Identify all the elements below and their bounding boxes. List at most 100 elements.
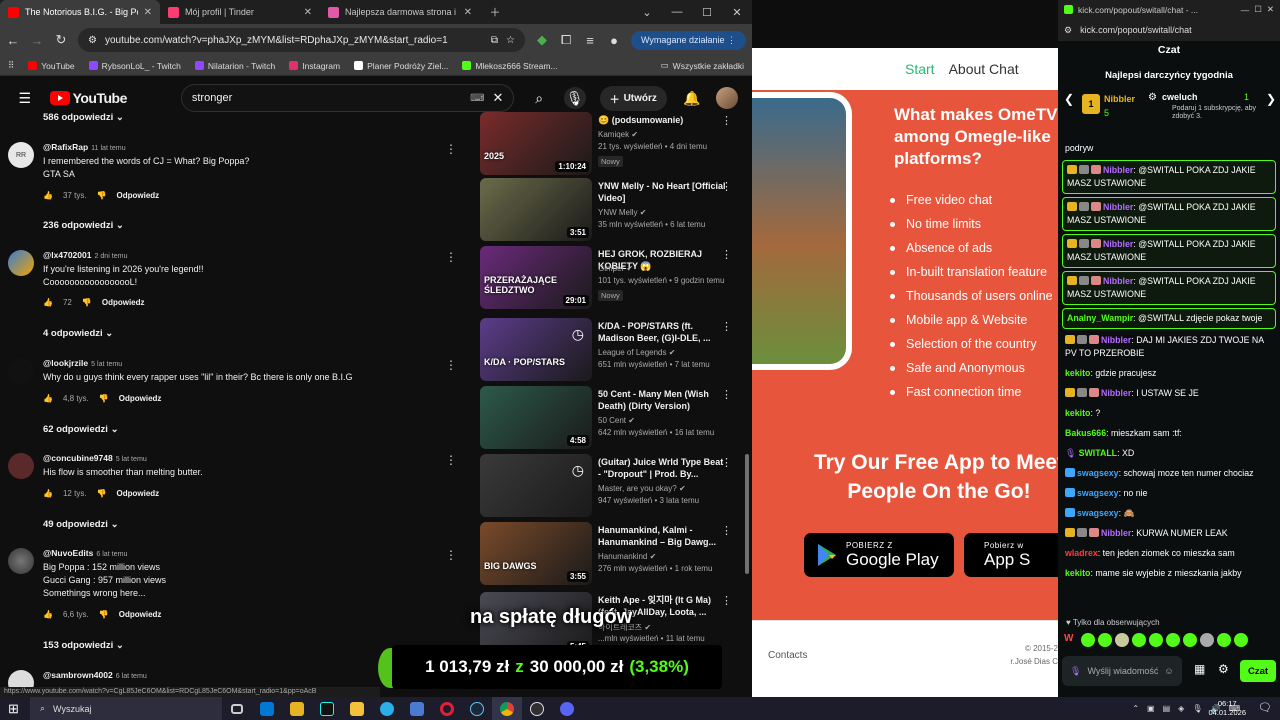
apps-grid-icon[interactable]: ⠿ <box>8 60 14 71</box>
emote-icon[interactable] <box>1200 633 1214 647</box>
video-thumbnail[interactable]: ◷ <box>480 454 592 517</box>
taskbar-search[interactable]: ⌕ Wyszukaj <box>30 697 222 720</box>
avatar[interactable] <box>8 548 34 574</box>
chat-username[interactable]: Bakus666 <box>1065 428 1106 438</box>
emote-icon[interactable] <box>1234 633 1248 647</box>
avatar[interactable]: RR <box>8 142 34 168</box>
site-info-icon[interactable]: ⚙ <box>88 35 97 46</box>
chat-username[interactable]: Nibbler <box>1103 202 1133 212</box>
url-field[interactable]: ⚙ youtube.com/watch?v=phaJXp_zMYM&list=R… <box>78 28 526 52</box>
clear-search-icon[interactable]: ✕ <box>493 90 504 106</box>
view-replies-button[interactable]: 586 odpowiedzi ⌄ <box>43 112 124 123</box>
video-title[interactable]: YNW Melly - No Heart [Official Video] <box>598 180 728 204</box>
install-icon[interactable]: ⧉ <box>491 35 498 46</box>
site-info-icon[interactable]: ⚙ <box>1064 25 1072 36</box>
video-title[interactable]: Hanumankind, Kalmi - Hanumankind – Big D… <box>598 524 728 548</box>
video-title[interactable]: K/DA - POP/STARS (ft. Madison Beer, (G)I… <box>598 320 728 344</box>
reply-button[interactable]: Odpowiedz <box>117 191 160 200</box>
more-options-icon[interactable]: ⋮ <box>721 114 732 127</box>
video-thumbnail[interactable]: K/DA · POP/STARS ◷ <box>480 318 592 381</box>
bookmark-planner[interactable]: Planer Podróży Ziel... <box>354 61 448 71</box>
obs-icon[interactable] <box>522 697 552 720</box>
view-replies-button[interactable]: 62 odpowiedzi ⌄ <box>43 424 119 435</box>
extensions-puzzle-icon[interactable]: ⧠ <box>559 32 573 48</box>
scrollbar-thumb[interactable] <box>745 454 749 574</box>
chat-username[interactable]: Nibbler <box>1101 335 1131 345</box>
avatar[interactable] <box>8 250 34 276</box>
app-store-button[interactable]: Pobierz w App S <box>964 533 1058 577</box>
search-icon[interactable]: ⌕ <box>528 87 550 109</box>
microphone-icon[interactable]: 🎙 <box>1070 666 1081 677</box>
dislike-icon[interactable]: 👎 <box>82 298 92 307</box>
like-icon[interactable]: 👍 <box>43 298 53 307</box>
emote-icon[interactable] <box>1115 633 1129 647</box>
chrome-icon[interactable] <box>492 697 522 720</box>
calculator-icon[interactable] <box>282 697 312 720</box>
view-replies-button[interactable]: 4 odpowiedzi ⌄ <box>43 328 113 339</box>
notifications-bell-icon[interactable]: 🔔 <box>681 87 703 109</box>
more-options-icon[interactable]: ⋮ <box>445 358 457 372</box>
bookmark-twitch-1[interactable]: RybsonLoL_ - Twitch <box>88 61 181 71</box>
notifications-icon[interactable]: 🗨 <box>1258 701 1272 714</box>
emote-icon[interactable] <box>1149 633 1163 647</box>
maximize-button[interactable]: ☐ <box>1254 4 1262 15</box>
close-window-button[interactable]: ✕ <box>722 0 752 24</box>
back-icon[interactable]: ← <box>6 33 20 48</box>
extension-icon[interactable]: ◆ <box>535 32 549 48</box>
comment-author[interactable]: @lookjrzile <box>43 358 88 368</box>
youtube-logo[interactable]: YouTube <box>49 90 127 106</box>
comment-author[interactable]: @sambrown4002 <box>43 670 113 680</box>
dislike-icon[interactable]: 👎 <box>97 489 107 498</box>
kick-address-bar[interactable]: ⚙ kick.com/popout/switall/chat <box>1058 19 1280 41</box>
search-input[interactable]: stronger ⌨ ✕ <box>180 84 515 112</box>
prev-arrow-icon[interactable]: ❮ <box>1064 92 1074 106</box>
google-play-button[interactable]: POBIERZ Z Google Play <box>804 533 954 577</box>
nav-about-chat[interactable]: About Chat <box>949 61 1019 77</box>
reading-list-icon[interactable]: ≡ <box>583 33 597 48</box>
close-tab-icon[interactable]: ✕ <box>304 7 312 18</box>
chat-rules-icon[interactable]: ▦ <box>1194 662 1205 676</box>
emote-icon[interactable] <box>1132 633 1146 647</box>
create-button[interactable]: ＋ Utwórz <box>599 85 667 111</box>
microphone-icon[interactable]: 🎙 <box>564 87 586 109</box>
tab-youtube[interactable]: The Notorious B.I.G. - Big Poppa ✕ <box>0 0 160 24</box>
tray-chevron-icon[interactable]: ⌃ <box>1132 704 1139 713</box>
network-icon[interactable]: ◈ <box>1178 704 1184 713</box>
minimize-button[interactable]: — <box>1241 5 1250 15</box>
video-channel[interactable]: League of Legends ✔ <box>598 348 675 357</box>
more-options-icon[interactable]: ⋮ <box>721 594 732 607</box>
like-icon[interactable]: 👍 <box>43 191 53 200</box>
comment-author[interactable]: @concubine9748 <box>43 453 113 463</box>
view-replies-button[interactable]: 236 odpowiedzi ⌄ <box>43 220 124 231</box>
scrollbar[interactable] <box>744 118 750 578</box>
file-explorer-icon[interactable] <box>342 697 372 720</box>
chat-username[interactable]: kekito <box>1065 408 1090 418</box>
video-item[interactable]: 4:58 50 Cent - Many Men (Wish Death) (Dir… <box>480 386 748 450</box>
emote-icon[interactable] <box>1217 633 1231 647</box>
video-item[interactable]: BIG DAWGS 3:55 Hanumankind, Kalmi - Hanuma… <box>480 522 748 586</box>
comment-author[interactable]: @RafixRap <box>43 142 88 152</box>
video-channel[interactable]: 50 Cent ✔ <box>598 416 635 425</box>
chat-username[interactable]: Nibbler <box>1101 528 1131 538</box>
w-emote-icon[interactable]: W <box>1064 633 1078 647</box>
top2-name[interactable]: cweluch <box>1162 92 1198 102</box>
app-icon[interactable] <box>402 697 432 720</box>
video-channel[interactable]: Hanumankind ✔ <box>598 552 656 561</box>
tiktok-icon[interactable] <box>312 697 342 720</box>
like-icon[interactable]: 👍 <box>43 489 53 498</box>
dislike-icon[interactable]: 👎 <box>99 394 109 403</box>
more-options-icon[interactable]: ⋮ <box>721 388 732 401</box>
edge-icon[interactable] <box>372 697 402 720</box>
nav-start[interactable]: Start <box>905 61 935 77</box>
bookmark-kick[interactable]: Mlekosz666 Stream... <box>462 61 558 71</box>
more-options-icon[interactable]: ⋮ <box>721 524 732 537</box>
more-options-icon[interactable]: ⋮ <box>445 453 457 467</box>
chat-username[interactable]: Nibbler <box>1101 388 1131 398</box>
more-options-icon[interactable]: ⋮ <box>721 180 732 193</box>
opera-icon[interactable] <box>432 697 462 720</box>
like-icon[interactable]: 👍 <box>43 394 53 403</box>
windows-start-icon[interactable]: ⊞ <box>8 701 19 717</box>
video-channel[interactable]: Gimper ✔ <box>598 264 633 273</box>
bookmark-twitch-2[interactable]: Nilatarion - Twitch <box>194 61 275 71</box>
video-thumbnail[interactable]: BIG DAWGS 3:55 <box>480 522 592 585</box>
